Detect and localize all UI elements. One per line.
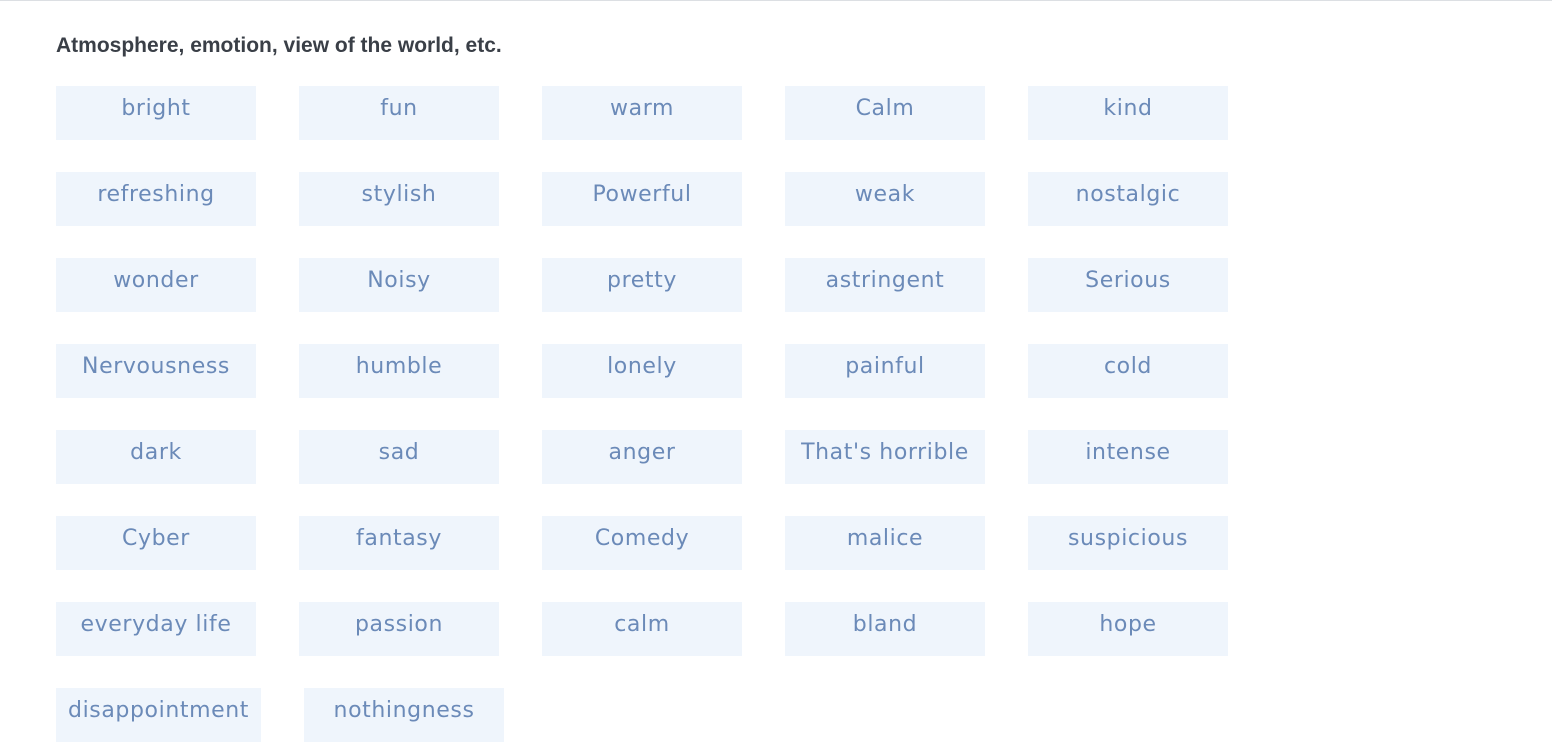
tag-refreshing[interactable]: refreshing xyxy=(56,172,256,226)
tag-serious[interactable]: Serious xyxy=(1028,258,1228,312)
tag-nothingness[interactable]: nothingness xyxy=(304,688,505,742)
tag-comedy[interactable]: Comedy xyxy=(542,516,742,570)
tag-everyday-life[interactable]: everyday life xyxy=(56,602,256,656)
tag-cold[interactable]: cold xyxy=(1028,344,1228,398)
tag-fun[interactable]: fun xyxy=(299,86,499,140)
tag-noisy[interactable]: Noisy xyxy=(299,258,499,312)
tag-sad[interactable]: sad xyxy=(299,430,499,484)
tag-humble[interactable]: humble xyxy=(299,344,499,398)
tag-bright[interactable]: bright xyxy=(56,86,256,140)
tag-powerful[interactable]: Powerful xyxy=(542,172,742,226)
tag-fantasy[interactable]: fantasy xyxy=(299,516,499,570)
section-title: Atmosphere, emotion, view of the world, … xyxy=(56,34,502,57)
tag-calm-capitalized[interactable]: Calm xyxy=(785,86,985,140)
tag-painful[interactable]: painful xyxy=(785,344,985,398)
tag-calm[interactable]: calm xyxy=(542,602,742,656)
tag-nostalgic[interactable]: nostalgic xyxy=(1028,172,1228,226)
tag-grid: bright fun warm Calm kind refreshing sty… xyxy=(56,86,1236,742)
tag-anger[interactable]: anger xyxy=(542,430,742,484)
tag-hope[interactable]: hope xyxy=(1028,602,1228,656)
tag-warm[interactable]: warm xyxy=(542,86,742,140)
tag-disappointment[interactable]: disappointment xyxy=(56,688,262,742)
tag-suspicious[interactable]: suspicious xyxy=(1028,516,1228,570)
tag-cyber[interactable]: Cyber xyxy=(56,516,256,570)
tag-dark[interactable]: dark xyxy=(56,430,256,484)
tag-weak[interactable]: weak xyxy=(785,172,985,226)
tag-passion[interactable]: passion xyxy=(299,602,499,656)
tag-wonder[interactable]: wonder xyxy=(56,258,256,312)
tag-malice[interactable]: malice xyxy=(785,516,985,570)
tag-nervousness[interactable]: Nervousness xyxy=(56,344,256,398)
tag-intense[interactable]: intense xyxy=(1028,430,1228,484)
tag-astringent[interactable]: astringent xyxy=(785,258,985,312)
top-divider xyxy=(0,0,1552,1)
tag-lonely[interactable]: lonely xyxy=(542,344,742,398)
tag-stylish[interactable]: stylish xyxy=(299,172,499,226)
tag-pretty[interactable]: pretty xyxy=(542,258,742,312)
tag-thats-horrible[interactable]: That's horrible xyxy=(785,430,985,484)
tag-kind[interactable]: kind xyxy=(1028,86,1228,140)
tag-bland[interactable]: bland xyxy=(785,602,985,656)
